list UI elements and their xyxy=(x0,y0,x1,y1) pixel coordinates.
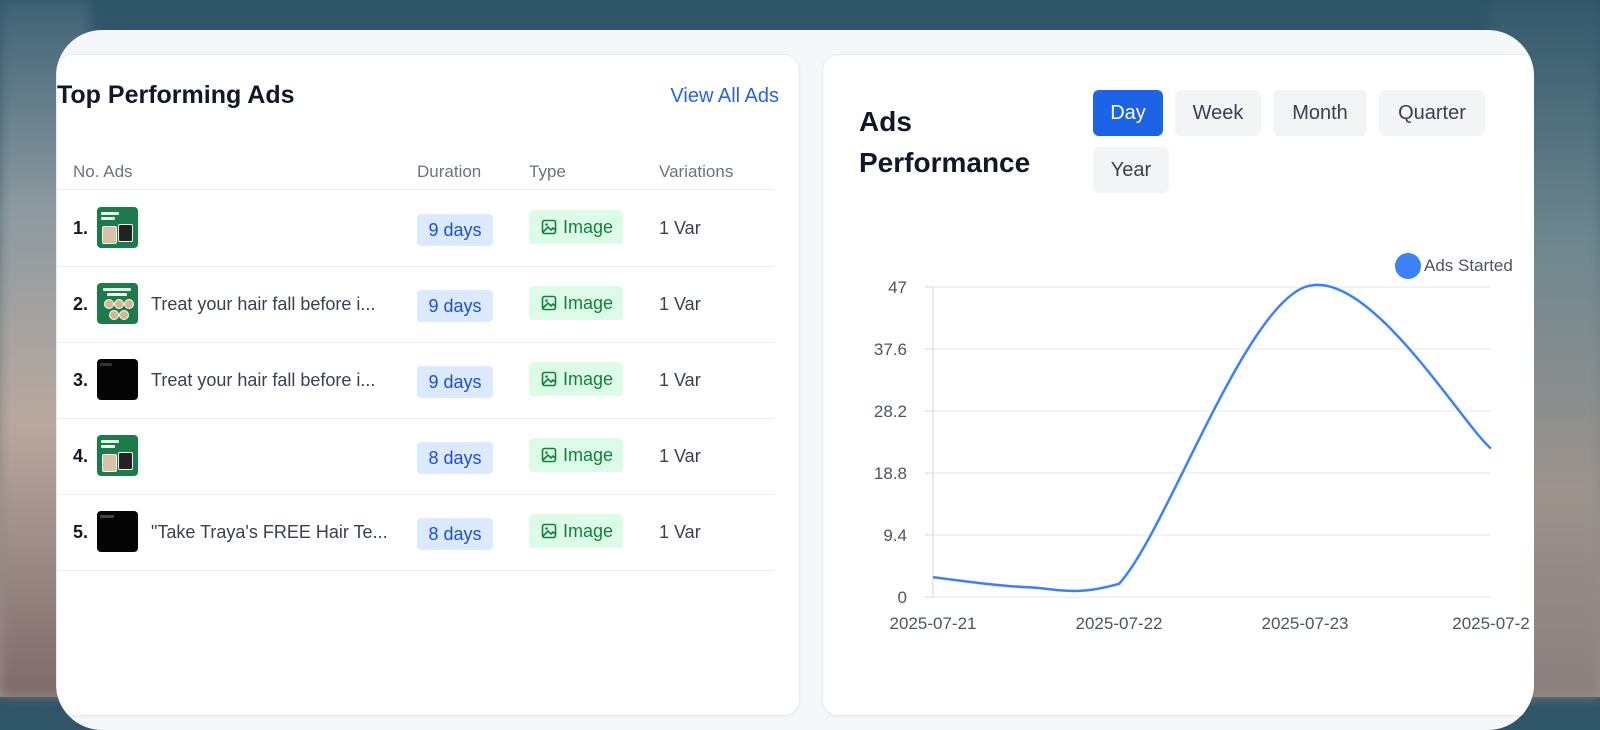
column-header-ads: No. Ads xyxy=(73,162,133,181)
duration-badge: 8 days xyxy=(417,518,493,550)
image-icon xyxy=(541,371,557,387)
y-tick-label: 9.4 xyxy=(883,526,907,545)
row-number: 2. xyxy=(73,294,89,314)
table-row[interactable]: 3. Treat your hair fall before i... 9 da… xyxy=(57,342,774,419)
x-tick-label: 2025-07-22 xyxy=(1076,614,1163,633)
type-label: Image xyxy=(563,293,614,313)
row-number: 1. xyxy=(73,218,89,238)
app-window: Top Performing Ads View All Ads No. Ads … xyxy=(56,30,1534,730)
y-tick-label: 28.2 xyxy=(874,402,907,421)
ads-table-header: No. Ads Duration Type Variations xyxy=(57,153,774,190)
image-icon xyxy=(541,523,557,539)
type-badge: Image xyxy=(529,514,623,548)
column-header-duration: Duration xyxy=(417,162,482,181)
image-icon xyxy=(541,447,557,463)
table-row[interactable]: 2. Treat your hair fall before i... 9 da… xyxy=(57,266,774,343)
variations-count: 1 Var xyxy=(659,446,701,466)
type-label: Image xyxy=(563,369,614,389)
duration-badge: 9 days xyxy=(417,214,493,246)
type-badge: Image xyxy=(529,286,623,320)
type-badge: Image xyxy=(529,362,623,396)
ads-performance-chart: 0 9.4 18.8 28.2 37.6 47 2025-07-21 2025-07-22 20… xyxy=(874,278,1530,633)
column-header-variations: Variations xyxy=(659,162,734,181)
column-header-type: Type xyxy=(529,162,566,181)
row-number: 5. xyxy=(73,522,89,542)
ad-thumbnail[interactable] xyxy=(97,435,138,476)
ads-performance-card: Ads Performance Day Week Month Quarter Y… xyxy=(822,54,1534,716)
ad-text: Treat your hair fall before i... xyxy=(151,294,376,314)
table-row[interactable]: 4. 8 days Image 1 Var xyxy=(57,418,774,495)
row-number: 4. xyxy=(73,446,89,466)
image-icon xyxy=(541,295,557,311)
ad-thumbnail[interactable] xyxy=(97,511,138,552)
top-ads-title: Top Performing Ads xyxy=(57,81,295,109)
ad-text: Treat your hair fall before i... xyxy=(151,370,376,390)
variations-count: 1 Var xyxy=(659,294,701,314)
ad-thumbnail[interactable] xyxy=(97,283,138,324)
ad-text: "Take Traya's FREE Hair Te... xyxy=(151,522,388,542)
y-tick-label: 47 xyxy=(888,278,907,297)
type-label: Image xyxy=(563,445,614,465)
type-badge: Image xyxy=(529,210,623,244)
series-line-ads-started xyxy=(932,283,1492,593)
duration-badge: 8 days xyxy=(417,442,493,474)
variations-count: 1 Var xyxy=(659,218,701,238)
table-row[interactable]: 1. 9 days Image 1 Var xyxy=(57,190,774,267)
x-tick-label: 2025-07-2 xyxy=(1452,614,1530,633)
row-number: 3. xyxy=(73,370,89,390)
x-tick-label: 2025-07-23 xyxy=(1262,614,1349,633)
variations-count: 1 Var xyxy=(659,522,701,542)
view-all-ads-link[interactable]: View All Ads xyxy=(670,85,779,108)
image-icon xyxy=(541,219,557,235)
y-tick-label: 0 xyxy=(898,588,907,607)
duration-badge: 9 days xyxy=(417,366,493,398)
ad-thumbnail[interactable] xyxy=(97,207,138,248)
y-tick-label: 37.6 xyxy=(874,340,907,359)
type-badge: Image xyxy=(529,438,623,472)
y-tick-label: 18.8 xyxy=(874,464,907,483)
x-tick-label: 2025-07-21 xyxy=(890,614,977,633)
table-row[interactable]: 5. "Take Traya's FREE Hair Te... 8 days … xyxy=(57,494,774,571)
type-label: Image xyxy=(563,217,614,237)
type-label: Image xyxy=(563,521,614,541)
top-ads-card: Top Performing Ads View All Ads No. Ads … xyxy=(56,54,800,716)
duration-badge: 9 days xyxy=(417,290,493,322)
ad-thumbnail[interactable] xyxy=(97,359,138,400)
variations-count: 1 Var xyxy=(659,370,701,390)
